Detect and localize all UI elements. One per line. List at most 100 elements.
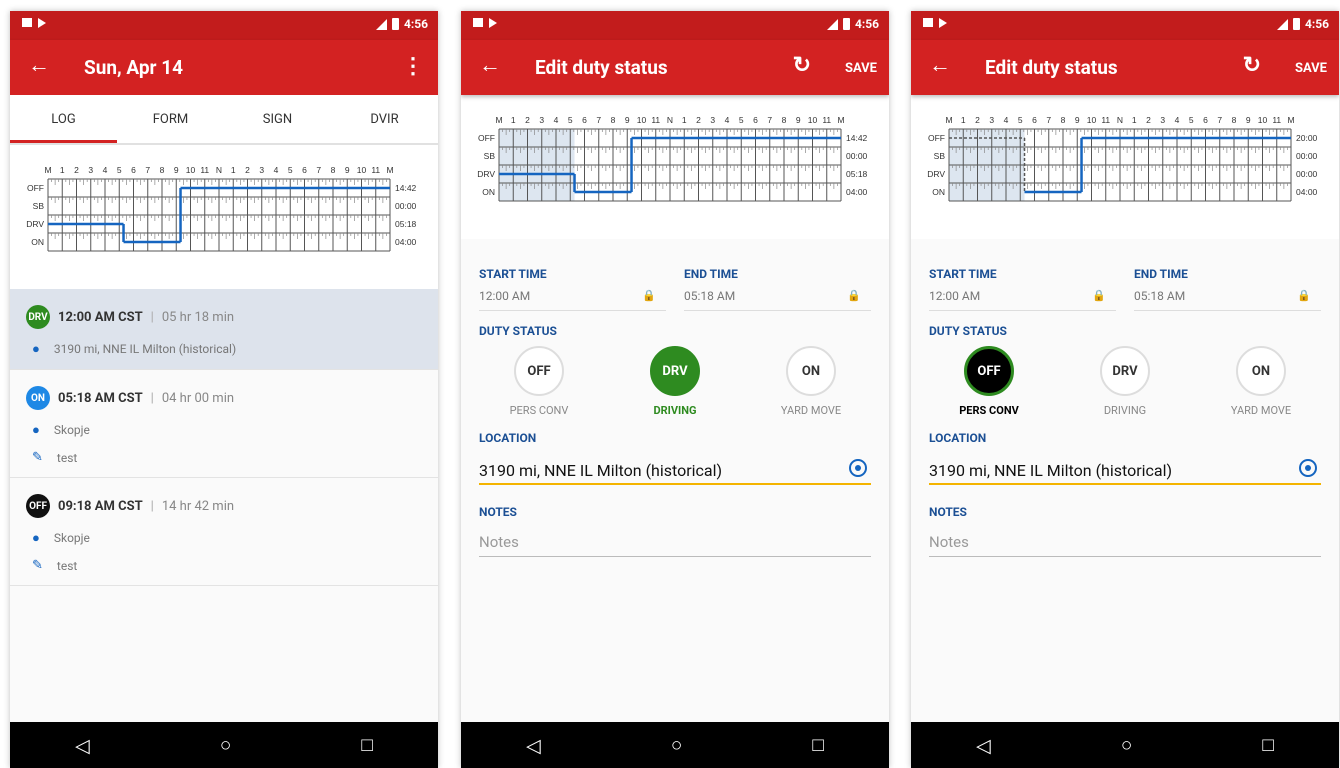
duty-on-button[interactable]: ON bbox=[1236, 346, 1286, 396]
back-arrow-icon[interactable]: ← bbox=[929, 54, 951, 78]
hour-tick-label: 1 bbox=[231, 165, 236, 175]
location-pin-icon: ● bbox=[32, 342, 40, 357]
hour-tick-label: 11 bbox=[651, 115, 660, 125]
nav-home-icon[interactable]: ○ bbox=[220, 733, 231, 757]
tab-form[interactable]: FORM bbox=[117, 95, 224, 143]
nav-back-icon[interactable]: ◁ bbox=[75, 734, 90, 757]
tab-sign[interactable]: SIGN bbox=[224, 95, 331, 143]
hour-tick-label: 8 bbox=[331, 165, 336, 175]
duty-option-drv[interactable]: DRV DRIVING bbox=[615, 346, 735, 417]
app-bar: ← Edit duty status ↻ SAVE bbox=[461, 40, 889, 95]
end-time-label: END TIME bbox=[684, 267, 738, 281]
battery-icon bbox=[1292, 18, 1300, 30]
start-time-value: 12:00 AM bbox=[479, 289, 531, 303]
nav-recents-icon[interactable]: □ bbox=[812, 733, 823, 757]
edit-chart-panel: M 1 2 3 4 5 6 7 8 9 10 11 N 1 2 3 4 5 6 7 8 9 10 11 M OFF SB DRV ON 2… bbox=[911, 95, 1339, 239]
duty-on-button[interactable]: ON bbox=[786, 346, 836, 396]
pencil-icon: ✎ bbox=[32, 450, 43, 465]
duty-option-on[interactable]: ON YARD MOVE bbox=[751, 346, 871, 417]
status-total-label: 04:00 bbox=[846, 187, 868, 197]
entry-duration: 05 hr 18 min bbox=[161, 309, 235, 325]
notes-input[interactable]: Notes bbox=[479, 533, 871, 557]
nav-back-icon[interactable]: ◁ bbox=[976, 734, 991, 757]
end-time-field[interactable]: 05:18 AM 🔒 bbox=[1134, 289, 1321, 311]
status-bar: 4:56 bbox=[911, 11, 1339, 40]
status-row-label: DRV bbox=[477, 169, 495, 179]
location-label: LOCATION bbox=[929, 431, 987, 445]
nav-recents-icon[interactable]: □ bbox=[1262, 733, 1273, 757]
gps-target-icon[interactable] bbox=[1299, 459, 1317, 477]
notification-icon bbox=[473, 18, 483, 27]
status-total-label: 20:00 bbox=[1296, 133, 1318, 143]
status-badge: ON bbox=[26, 386, 50, 410]
save-button[interactable]: SAVE bbox=[1295, 61, 1327, 76]
status-total-label: 04:00 bbox=[395, 237, 417, 247]
refresh-icon[interactable]: ↻ bbox=[1243, 53, 1261, 78]
tab-bar: LOG FORM SIGN DVIR bbox=[10, 95, 438, 145]
log-entry[interactable]: OFF 09:18 AM CST | 14 hr 42 min ● Skopje ✎ test bbox=[10, 478, 438, 586]
hour-tick-label: 11 bbox=[1272, 115, 1281, 125]
duty-option-drv[interactable]: DRV DRIVING bbox=[1065, 346, 1185, 417]
lock-icon: 🔒 bbox=[1092, 289, 1106, 302]
start-time-field[interactable]: 12:00 AM 🔒 bbox=[929, 289, 1116, 311]
log-screen: 4:56 ← Sun, Apr 14 ⋮ LOG FORM SIGN DVIR … bbox=[10, 11, 438, 768]
play-store-icon bbox=[38, 18, 46, 28]
duty-status-chart: M 1 2 3 4 5 6 7 8 9 10 11 N 1 2 3 4 5 6 7 8 9 10 11 MOFFSBDRVON1… bbox=[477, 115, 868, 202]
back-arrow-icon[interactable]: ← bbox=[479, 54, 501, 78]
hour-tick-label: 3 bbox=[88, 165, 93, 175]
status-row-label: DRV bbox=[927, 169, 945, 179]
nav-home-icon[interactable]: ○ bbox=[671, 733, 682, 757]
driving-label: DRIVING bbox=[653, 404, 697, 417]
duty-drv-button[interactable]: DRV bbox=[1100, 346, 1150, 396]
save-button[interactable]: SAVE bbox=[845, 61, 877, 76]
duty-drv-button[interactable]: DRV bbox=[650, 346, 700, 396]
duty-option-off[interactable]: OFF PERS CONV bbox=[929, 346, 1049, 417]
log-entry[interactable]: DRV 12:00 AM CST | 05 hr 18 min ● 3190 mi, NN… bbox=[10, 289, 438, 370]
entry-time: 05:18 AM CST bbox=[58, 390, 143, 406]
nav-recents-icon[interactable]: □ bbox=[361, 733, 372, 757]
hour-tick-label: 7 bbox=[596, 115, 601, 125]
duty-off-button[interactable]: OFF bbox=[514, 346, 564, 396]
status-total-label: 00:00 bbox=[846, 151, 868, 161]
hour-tick-label: 11 bbox=[371, 165, 380, 175]
hour-tick-label: 11 bbox=[822, 115, 831, 125]
tab-log[interactable]: LOG bbox=[10, 95, 117, 143]
system-nav-bar: ◁ ○ □ bbox=[911, 722, 1339, 768]
entry-location: Skopje bbox=[53, 531, 90, 545]
nav-home-icon[interactable]: ○ bbox=[1121, 733, 1132, 757]
back-arrow-icon[interactable]: ← bbox=[28, 54, 50, 78]
hour-tick-label: 4 bbox=[554, 115, 559, 125]
end-time-field[interactable]: 05:18 AM 🔒 bbox=[684, 289, 871, 311]
yard-move-label: YARD MOVE bbox=[1230, 404, 1292, 417]
location-input[interactable]: 3190 mi, NNE IL Milton (historical) bbox=[479, 455, 871, 485]
refresh-icon[interactable]: ↻ bbox=[793, 53, 811, 78]
duty-status-label: DUTY STATUS bbox=[929, 324, 1007, 338]
status-bar: 4:56 bbox=[10, 11, 438, 40]
duty-status-label: DUTY STATUS bbox=[479, 324, 557, 338]
notes-input[interactable]: Notes bbox=[929, 533, 1321, 557]
hour-tick-label: 9 bbox=[345, 165, 350, 175]
start-time-label: START TIME bbox=[479, 267, 547, 281]
hour-tick-label: 10 bbox=[357, 165, 367, 175]
location-input[interactable]: 3190 mi, NNE IL Milton (historical) bbox=[929, 455, 1321, 485]
hour-tick-label: N bbox=[216, 165, 222, 175]
log-entry[interactable]: ON 05:18 AM CST | 04 hr 00 min ● Skopje ✎ test bbox=[10, 370, 438, 478]
lock-icon: 🔒 bbox=[847, 289, 861, 302]
duty-option-on[interactable]: ON YARD MOVE bbox=[1201, 346, 1321, 417]
start-time-field[interactable]: 12:00 AM 🔒 bbox=[479, 289, 666, 311]
signal-icon bbox=[375, 18, 387, 30]
hour-tick-label: 4 bbox=[1004, 115, 1009, 125]
tab-dvir[interactable]: DVIR bbox=[331, 95, 438, 143]
nav-back-icon[interactable]: ◁ bbox=[526, 734, 541, 757]
lock-icon: 🔒 bbox=[1297, 289, 1311, 302]
duty-off-button[interactable]: OFF bbox=[964, 346, 1014, 396]
more-vert-icon[interactable]: ⋮ bbox=[402, 54, 424, 79]
duty-option-off[interactable]: OFF PERS CONV bbox=[479, 346, 599, 417]
notification-icon bbox=[22, 18, 32, 27]
gps-target-icon[interactable] bbox=[849, 459, 867, 477]
location-value: 3190 mi, NNE IL Milton (historical) bbox=[479, 461, 723, 480]
pers-conv-label: PERS CONV bbox=[509, 404, 569, 417]
duty-status-chart: M 1 2 3 4 5 6 7 8 9 10 11 N 1 2 3 4 5 6 7 8 9 10 11 MOFFSBDRVON1… bbox=[26, 165, 417, 252]
log-entries: DRV 12:00 AM CST | 05 hr 18 min ● 3190 mi, NN… bbox=[10, 289, 438, 586]
hour-tick-label: 10 bbox=[808, 115, 818, 125]
